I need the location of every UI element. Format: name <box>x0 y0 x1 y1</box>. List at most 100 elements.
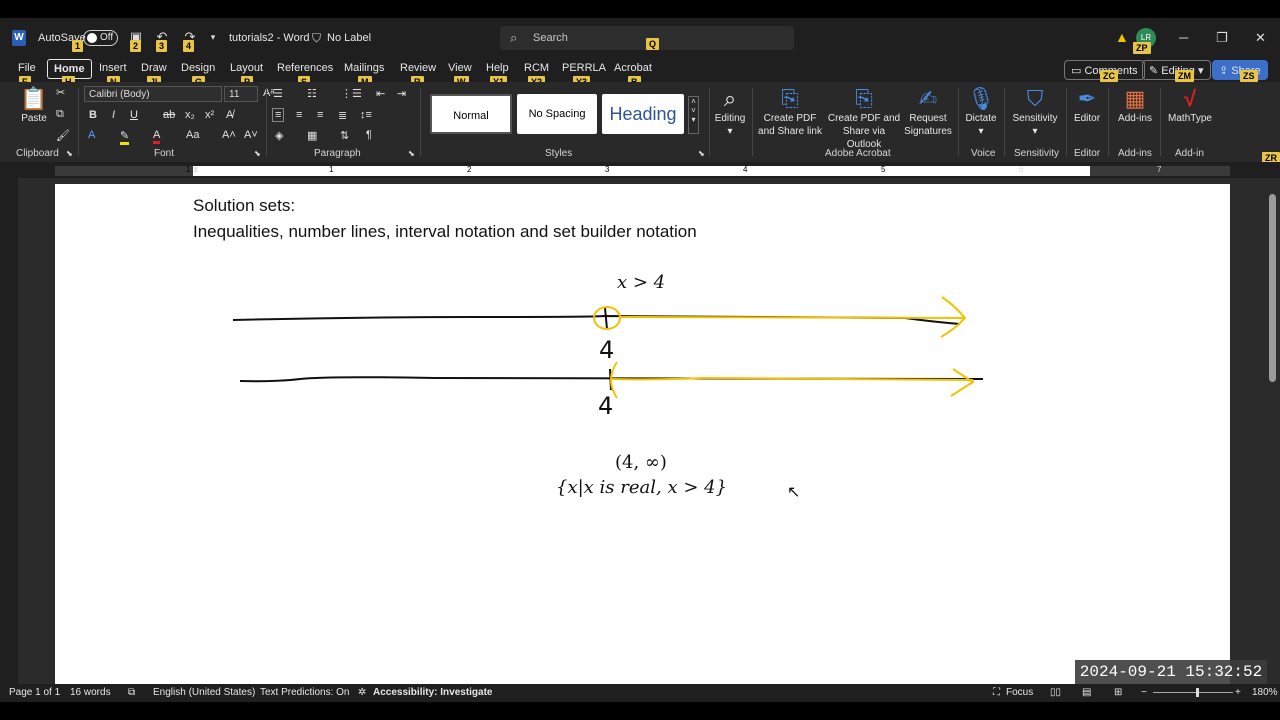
minimize-button[interactable]: ─ <box>1179 30 1188 45</box>
show-marks-icon[interactable]: ¶ <box>366 129 372 141</box>
copy-icon[interactable]: ⧉ <box>56 108 64 121</box>
mathtype-button[interactable]: √ MathType <box>1164 86 1216 125</box>
borders-icon[interactable]: ▦ <box>307 129 317 142</box>
number-line-drawing <box>232 296 984 399</box>
keytip-share-top: ZP <box>1133 42 1151 54</box>
group-label-clipboard: Clipboard <box>16 148 59 159</box>
highlight-icon[interactable]: ✎ <box>120 129 130 145</box>
zoom-in-icon[interactable]: + <box>1235 687 1241 698</box>
decrease-indent-icon[interactable]: ⇤ <box>376 87 385 100</box>
read-mode-icon[interactable]: ▯▯ <box>1050 687 1061 698</box>
sensitivity-label-icon[interactable]: ⛉ <box>312 31 321 46</box>
paste-button[interactable]: 📋 Paste <box>18 86 50 125</box>
font-launcher-icon[interactable]: ⬊ <box>254 149 261 158</box>
document-page[interactable]: Solution sets: Inequalities, number line… <box>55 184 1230 684</box>
horizontal-ruler[interactable]: ⧗ 1 1 2 3 4 5 6 7 <box>0 162 1280 178</box>
zoom-out-icon[interactable]: − <box>1141 687 1147 698</box>
increase-indent-icon[interactable]: ⇥ <box>397 87 406 100</box>
ruler-number: 4 <box>743 165 748 174</box>
tab-design[interactable]: Design <box>181 62 215 74</box>
addins-button[interactable]: ▦ Add-ins <box>1114 86 1156 125</box>
text-effects-icon[interactable]: A <box>88 129 95 141</box>
align-right-icon[interactable]: ≡ <box>317 109 323 121</box>
align-left-icon[interactable]: ≡ <box>272 108 285 122</box>
language[interactable]: English (United States) <box>153 687 255 698</box>
line-spacing-icon[interactable]: ↕≡ <box>360 109 372 121</box>
focus-button[interactable]: Focus <box>1006 687 1033 698</box>
editing-button[interactable]: ⌕ Editing ▾ <box>712 86 748 138</box>
proofing-icon[interactable]: ⧉ <box>128 687 135 698</box>
zoom-level[interactable]: 180% <box>1252 687 1278 698</box>
sort-icon[interactable]: ⇅ <box>340 129 349 142</box>
justify-icon[interactable]: ≣ <box>338 109 347 122</box>
format-painter-icon[interactable]: 🖌 <box>56 129 70 142</box>
tab-view[interactable]: View <box>448 62 472 74</box>
customize-qat-icon[interactable]: ▾ <box>206 30 220 44</box>
font-name-dropdown[interactable]: Calibri (Body) <box>84 86 222 102</box>
font-size-change-icon[interactable]: Aa <box>186 129 199 141</box>
multilevel-list-icon[interactable]: ⋮☰ <box>341 87 362 100</box>
style-no-spacing[interactable]: No Spacing <box>517 94 597 134</box>
strikethrough-icon[interactable]: ab <box>163 109 175 121</box>
warning-icon[interactable]: ▲ <box>1115 29 1129 45</box>
editor-button[interactable]: ✒ Editor <box>1070 86 1104 125</box>
ribbon-tabs: File Home Insert Draw Design Layout Refe… <box>0 58 1280 88</box>
numbering-icon[interactable]: ☷ <box>307 87 317 100</box>
subscript-icon[interactable]: x₂ <box>185 109 195 121</box>
request-signatures-button[interactable]: ✍ Request Signatures <box>904 86 952 138</box>
tab-acrobat[interactable]: Acrobat <box>614 62 652 74</box>
shading-icon[interactable]: ◈ <box>275 129 283 142</box>
dictate-button[interactable]: 🎙 Dictate ▾ <box>962 86 1000 138</box>
group-label-addins: Add-ins <box>1118 148 1152 159</box>
bold-icon[interactable]: B <box>89 109 97 121</box>
font-size-dropdown[interactable]: 11 <box>224 86 258 102</box>
vertical-scrollbar[interactable] <box>1266 178 1280 684</box>
text-predictions[interactable]: Text Predictions: On <box>260 687 349 698</box>
clear-formatting-icon[interactable]: A̸ <box>226 109 233 121</box>
style-heading[interactable]: Heading <box>602 94 684 134</box>
sensitivity-label[interactable]: No Label <box>327 32 371 44</box>
bullets-icon[interactable]: ☰ <box>273 87 283 100</box>
tab-insert[interactable]: Insert <box>99 62 127 74</box>
styles-gallery-more-icon[interactable]: ˄ ˅ ▾ <box>688 96 699 134</box>
font-color-icon[interactable]: A <box>153 129 161 144</box>
italic-icon[interactable]: I <box>112 109 115 121</box>
tab-rcm[interactable]: RCM <box>524 62 549 74</box>
page-count[interactable]: Page 1 of 1 <box>9 687 60 698</box>
tab-references[interactable]: References <box>277 62 333 74</box>
create-pdf-share-link-button[interactable]: ⎘ Create PDF and Share link <box>758 86 822 138</box>
tab-mailings[interactable]: Mailings <box>344 62 384 74</box>
accessibility-status[interactable]: Accessibility: Investigate <box>373 687 493 698</box>
zoom-slider-thumb[interactable] <box>1196 688 1199 697</box>
style-normal[interactable]: Normal <box>430 94 512 134</box>
styles-launcher-icon[interactable]: ⬊ <box>698 149 705 158</box>
close-button[interactable]: ✕ <box>1255 30 1266 46</box>
underline-icon[interactable]: U <box>130 109 138 121</box>
print-layout-icon[interactable]: ▤ <box>1082 687 1091 698</box>
align-center-icon[interactable]: ≡ <box>296 109 302 121</box>
tab-review[interactable]: Review <box>400 62 436 74</box>
create-pdf-outlook-button[interactable]: ⎘ Create PDF and Share via Outlook <box>826 86 902 151</box>
tick-4-line-1 <box>604 307 608 330</box>
paragraph-launcher-icon[interactable]: ⬊ <box>408 149 415 158</box>
zoom-slider[interactable] <box>1153 692 1233 693</box>
tab-perrla[interactable]: PERRLA <box>562 62 606 74</box>
set-builder-notation: {x|x is real, x > 4} <box>556 477 728 498</box>
tab-help[interactable]: Help <box>486 62 509 74</box>
document-title: tutorials2 - Word <box>229 32 310 44</box>
word-count[interactable]: 16 words <box>70 687 111 698</box>
cut-icon[interactable]: ✂ <box>56 86 65 99</box>
sensitivity-button[interactable]: ⛉ Sensitivity ▾ <box>1008 86 1062 138</box>
autosave-toggle[interactable]: Off <box>83 30 118 46</box>
web-layout-icon[interactable]: ⊞ <box>1114 687 1122 698</box>
tab-layout[interactable]: Layout <box>230 62 263 74</box>
restore-button[interactable]: ❐ <box>1216 30 1228 46</box>
shrink-font-icon[interactable]: A˅ <box>244 129 258 141</box>
grow-font-icon[interactable]: A˄ <box>222 129 236 141</box>
tab-draw[interactable]: Draw <box>141 62 167 74</box>
vertical-ruler[interactable] <box>0 178 18 684</box>
clipboard-launcher-icon[interactable]: ⬊ <box>66 149 73 158</box>
tab-file[interactable]: File <box>18 62 36 74</box>
superscript-icon[interactable]: x² <box>205 109 214 121</box>
ruler-number: 7 <box>1157 165 1162 174</box>
